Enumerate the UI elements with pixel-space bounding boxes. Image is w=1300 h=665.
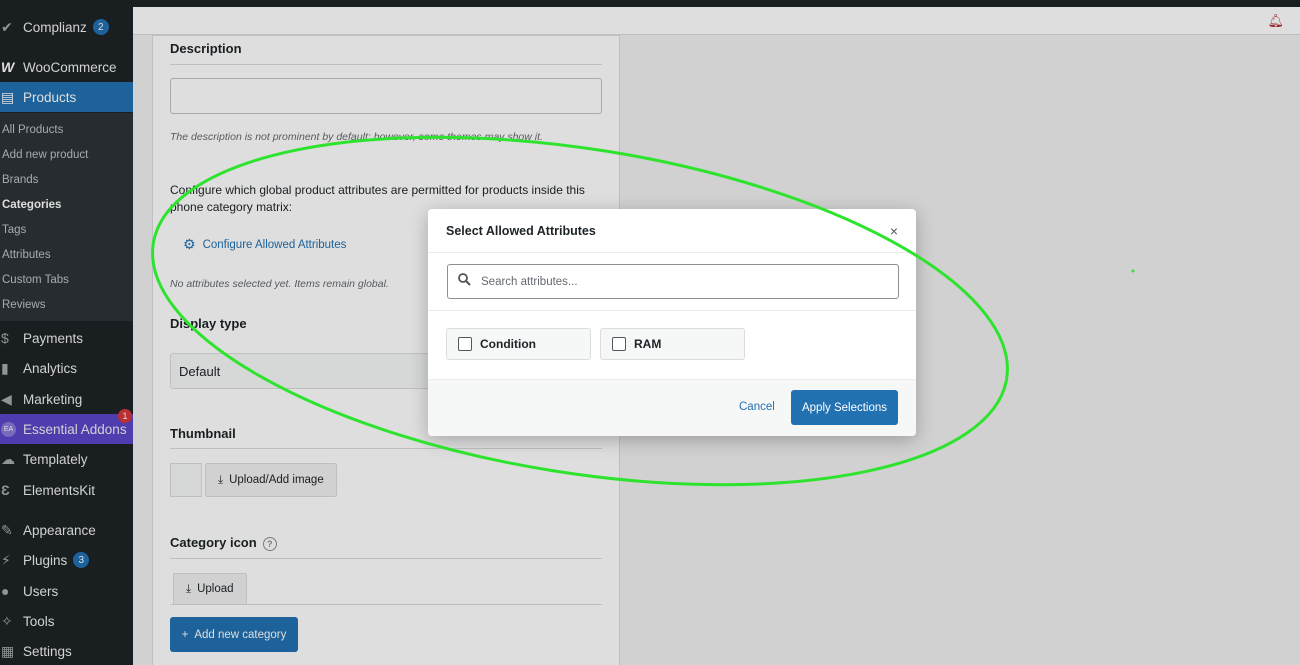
condition-checkbox[interactable] (458, 337, 472, 351)
attribute-search-input[interactable] (481, 275, 881, 288)
attribute-search-box[interactable] (447, 264, 899, 299)
modal-title: Select Allowed Attributes (446, 224, 596, 238)
divider (428, 379, 916, 380)
modal-header: Select Allowed Attributes × (428, 209, 916, 253)
attribute-option-ram[interactable]: RAM (600, 328, 745, 360)
ram-checkbox[interactable] (612, 337, 626, 351)
cancel-button[interactable]: Cancel (739, 401, 775, 413)
modal-footer: Cancel Apply Selections (428, 379, 916, 436)
divider (428, 310, 916, 311)
select-attributes-modal: Select Allowed Attributes × Condition RA… (428, 209, 916, 436)
close-icon[interactable]: × (890, 224, 898, 238)
search-icon (458, 272, 471, 291)
apply-selections-button[interactable]: Apply Selections (791, 390, 898, 425)
attribute-option-condition[interactable]: Condition (446, 328, 591, 360)
